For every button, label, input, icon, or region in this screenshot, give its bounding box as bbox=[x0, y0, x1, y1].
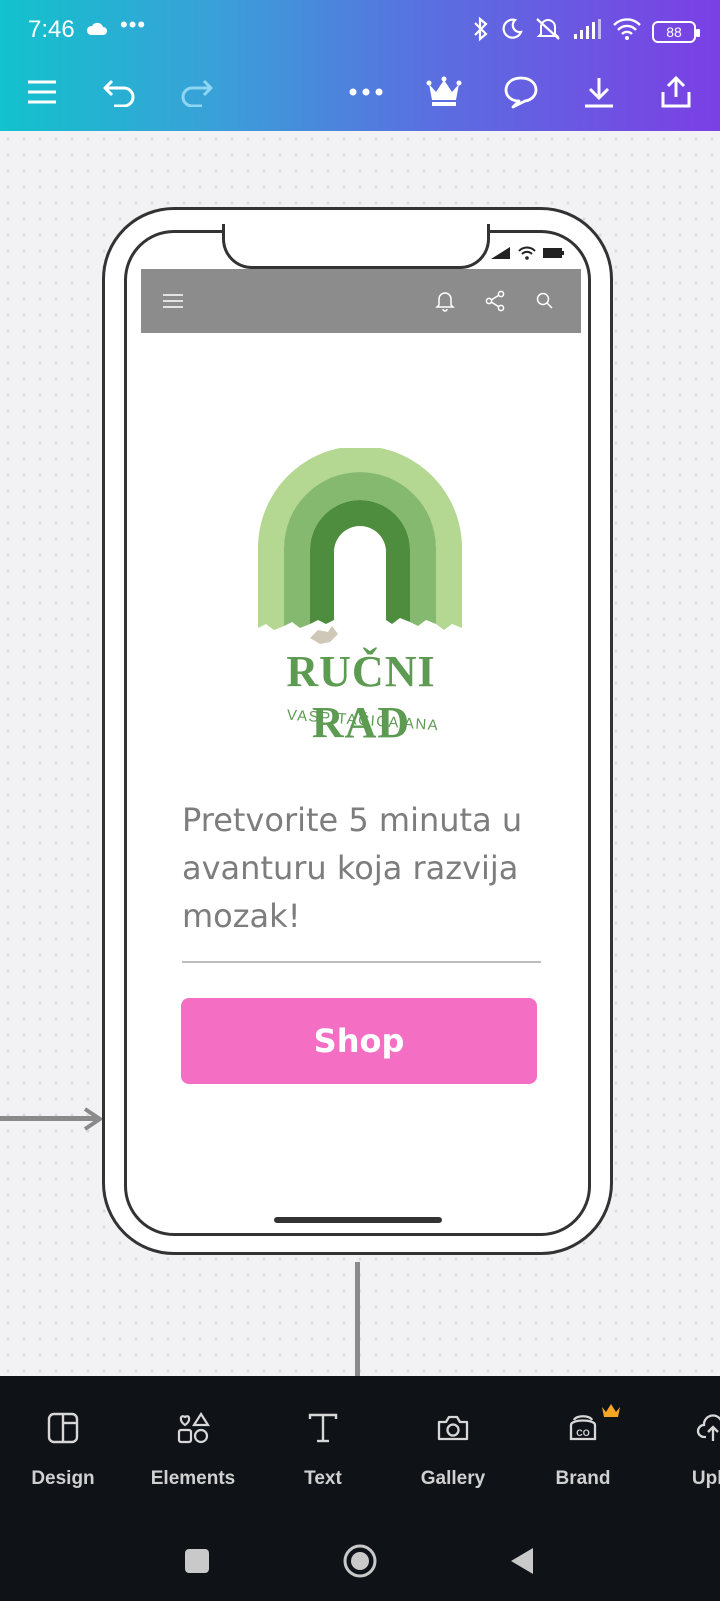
comment-icon[interactable] bbox=[497, 68, 545, 116]
text-icon bbox=[268, 1406, 378, 1450]
mockup-menu-icon[interactable] bbox=[159, 287, 187, 315]
status-bar: 7:46 ••• 88 bbox=[0, 0, 720, 60]
dock-label: Elements bbox=[150, 1468, 236, 1489]
battery-icon: 88 bbox=[652, 20, 700, 43]
mockup-battery-icon bbox=[543, 248, 564, 258]
wifi-icon bbox=[612, 17, 642, 46]
more-icon[interactable] bbox=[342, 68, 390, 116]
svg-text:CO: CO bbox=[576, 1428, 590, 1438]
design-icon bbox=[8, 1406, 118, 1450]
android-nav-bar bbox=[0, 1525, 720, 1601]
editor-toolbar bbox=[0, 62, 720, 122]
shop-button[interactable]: Shop bbox=[181, 998, 537, 1084]
signal-icon bbox=[572, 18, 602, 45]
mockup-search-icon[interactable] bbox=[531, 287, 559, 315]
dock-item-gallery[interactable]: Gallery bbox=[398, 1406, 508, 1490]
back-icon[interactable] bbox=[498, 1537, 546, 1585]
mockup-bell-icon[interactable] bbox=[431, 287, 459, 315]
muted-icon bbox=[534, 16, 562, 47]
dock-item-text[interactable]: Text bbox=[268, 1406, 378, 1490]
dock-item-elements[interactable]: Elements bbox=[138, 1406, 248, 1490]
camera-icon bbox=[398, 1406, 508, 1450]
status-more-icon: ••• bbox=[120, 12, 147, 37]
download-icon[interactable] bbox=[575, 68, 623, 116]
top-bar: 7:46 ••• 88 bbox=[0, 0, 720, 131]
dock-label: Brand bbox=[555, 1468, 611, 1489]
bluetooth-icon bbox=[472, 16, 490, 47]
dock-label: Text bbox=[304, 1468, 342, 1489]
moon-icon bbox=[500, 17, 524, 46]
upload-icon bbox=[658, 1406, 720, 1450]
dock-label: Uplo bbox=[691, 1468, 720, 1489]
mockup-share-icon[interactable] bbox=[481, 287, 509, 315]
cloud-icon bbox=[86, 20, 108, 41]
status-icons: 88 bbox=[472, 16, 700, 47]
status-time: 7:46 bbox=[28, 16, 75, 43]
recents-icon[interactable] bbox=[173, 1537, 221, 1585]
mockup-home-indicator bbox=[274, 1217, 442, 1223]
mockup-app-header bbox=[141, 269, 581, 333]
mockup-wifi-icon bbox=[518, 246, 536, 260]
brand-crown-icon bbox=[600, 1402, 622, 1425]
mockup-headline: Pretvorite 5 minuta u avanturu koja razv… bbox=[182, 801, 523, 935]
redo-icon[interactable] bbox=[172, 68, 220, 116]
undo-icon[interactable] bbox=[96, 68, 144, 116]
menu-icon[interactable] bbox=[18, 68, 66, 116]
elements-icon bbox=[138, 1406, 248, 1450]
phone-notch bbox=[222, 224, 490, 269]
mockup-divider bbox=[182, 961, 541, 963]
dock-item-uploads[interactable]: Uplo bbox=[658, 1406, 720, 1490]
mockup-status-icons bbox=[490, 246, 566, 260]
dock-label: Gallery bbox=[420, 1468, 486, 1489]
home-icon[interactable] bbox=[336, 1537, 384, 1585]
share-icon[interactable] bbox=[652, 68, 700, 116]
arrow-right-icon bbox=[82, 1106, 104, 1137]
connector-line-bottom bbox=[355, 1262, 360, 1378]
dock-item-design[interactable]: Design bbox=[8, 1406, 118, 1490]
crown-icon[interactable] bbox=[420, 68, 468, 116]
dock-label: Design bbox=[31, 1468, 95, 1489]
mockup-signal-icon bbox=[491, 247, 510, 259]
